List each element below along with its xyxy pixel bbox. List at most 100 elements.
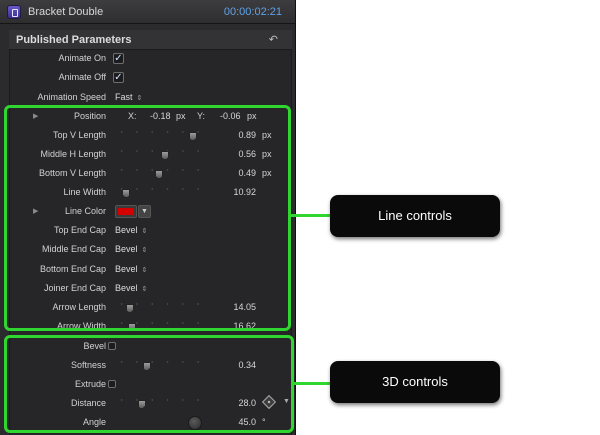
top-end-cap-value: Bevel: [115, 225, 138, 235]
angle-label: Angle: [82, 417, 106, 427]
row-angle: Angle 45.0 °: [0, 414, 295, 433]
line-color-well[interactable]: [115, 205, 137, 218]
slider-thumb[interactable]: [125, 304, 134, 313]
animation-speed-label: Animation Speed: [37, 92, 106, 102]
slider-thumb[interactable]: [137, 400, 146, 409]
arrow-length-slider[interactable]: [114, 303, 206, 313]
disclosure-triangle-icon[interactable]: ▶: [33, 112, 38, 120]
position-y-unit: px: [247, 111, 257, 121]
bottom-end-cap-label: Bottom End Cap: [39, 264, 106, 274]
bottom-v-length-slider[interactable]: [114, 169, 206, 179]
middle-end-cap-value: Bevel: [115, 244, 138, 254]
softness-slider[interactable]: [114, 361, 206, 371]
extrude-checkbox[interactable]: [108, 380, 116, 388]
row-arrow-width: Arrow Width 16.62: [0, 318, 295, 337]
bottom-v-length-value[interactable]: 0.49: [238, 168, 256, 178]
position-y-label: Y:: [197, 111, 206, 121]
animate-on-label: Animate On: [58, 53, 106, 63]
position-x-unit: px: [176, 111, 186, 121]
distance-value[interactable]: 28.0: [238, 398, 256, 408]
middle-end-cap-popup[interactable]: Bevel ⇕: [115, 244, 147, 254]
chevron-down-icon[interactable]: ▼: [138, 205, 151, 218]
top-end-cap-label: Top End Cap: [53, 225, 106, 235]
position-x-label: X:: [128, 111, 137, 121]
distance-slider[interactable]: [114, 399, 206, 409]
bottom-end-cap-value: Bevel: [115, 264, 138, 274]
softness-value[interactable]: 0.34: [238, 360, 256, 370]
slider-thumb[interactable]: [128, 323, 137, 332]
arrow-width-value[interactable]: 16.62: [233, 321, 256, 331]
row-middle-h-length: Middle H Length 0.56 px: [0, 146, 295, 165]
middle-h-length-label: Middle H Length: [40, 149, 106, 159]
disclosure-triangle-icon[interactable]: ▶: [33, 207, 38, 215]
line-controls-connector: [291, 214, 331, 217]
position-label: Position: [73, 111, 106, 121]
distance-label: Distance: [70, 398, 106, 408]
row-softness: Softness 0.34: [0, 357, 295, 376]
line-width-value[interactable]: 10.92: [233, 187, 256, 197]
middle-end-cap-label: Middle End Cap: [41, 244, 106, 254]
slider-thumb[interactable]: [161, 151, 170, 160]
line-width-slider[interactable]: [114, 188, 206, 198]
row-arrow-length: Arrow Length 14.05: [0, 299, 295, 318]
generator-icon: [7, 5, 21, 19]
slider-thumb[interactable]: [122, 189, 131, 198]
color-swatch: [118, 208, 134, 215]
arrow-length-value[interactable]: 14.05: [233, 302, 256, 312]
row-top-end-cap: Top End Cap Bevel ⇕: [0, 222, 295, 241]
top-end-cap-popup[interactable]: Bevel ⇕: [115, 225, 147, 235]
line-width-label: Line Width: [63, 187, 106, 197]
slider-thumb[interactable]: [188, 132, 197, 141]
bevel-checkbox[interactable]: [108, 342, 116, 350]
slider-thumb[interactable]: [155, 170, 164, 179]
position-y-value[interactable]: -0.06: [220, 111, 241, 121]
animate-off-label: Animate Off: [58, 72, 106, 82]
middle-h-length-slider[interactable]: [114, 150, 206, 160]
3d-controls-connector: [294, 382, 330, 385]
timecode: 00:00:02:21: [223, 6, 282, 18]
group-header[interactable]: Published Parameters ↶: [9, 30, 292, 50]
chevron-down-icon[interactable]: ▼: [283, 398, 290, 405]
keyframe-icon[interactable]: [261, 394, 277, 410]
arrow-length-label: Arrow Length: [52, 302, 106, 312]
updown-arrows-icon: ⇕: [141, 286, 148, 293]
row-bottom-end-cap: Bottom End Cap Bevel ⇕: [0, 261, 295, 280]
top-v-length-slider[interactable]: [114, 131, 206, 141]
inspector-panel: Bracket Double 00:00:02:21 Published Par…: [0, 0, 296, 435]
top-v-length-value[interactable]: 0.89: [238, 130, 256, 140]
arrow-width-slider[interactable]: [114, 322, 206, 332]
position-x-value[interactable]: -0.18: [150, 111, 171, 121]
row-position: ▶ Position X: -0.18 px Y: -0.06 px: [0, 108, 295, 127]
row-animate-on: Animate On ✓: [0, 50, 295, 69]
row-distance: Distance 28.0 ▼: [0, 394, 295, 414]
group-title: Published Parameters: [16, 34, 132, 46]
reset-arrow-icon[interactable]: ↶: [269, 33, 278, 46]
updown-arrows-icon: ⇕: [141, 267, 148, 274]
updown-arrows-icon: ⇕: [141, 228, 148, 235]
animate-on-checkbox[interactable]: ✓: [113, 53, 124, 64]
top-v-length-unit: px: [262, 130, 272, 140]
joiner-end-cap-popup[interactable]: Bevel ⇕: [115, 283, 147, 293]
checkmark-icon: ✓: [114, 72, 123, 83]
row-animation-speed: Animation Speed Fast ⇕: [0, 89, 295, 108]
row-line-width: Line Width 10.92: [0, 184, 295, 203]
line-color-label: Line Color: [64, 206, 106, 216]
bottom-end-cap-popup[interactable]: Bevel ⇕: [115, 264, 147, 274]
angle-dial[interactable]: [188, 416, 202, 430]
animation-speed-value: Fast: [115, 92, 133, 102]
inspector-titlebar: Bracket Double 00:00:02:21: [0, 0, 295, 24]
joiner-end-cap-label: Joiner End Cap: [43, 283, 106, 293]
updown-arrows-icon: ⇕: [136, 95, 143, 102]
line-controls-callout: Line controls: [330, 195, 500, 237]
animate-off-checkbox[interactable]: ✓: [113, 72, 124, 83]
joiner-end-cap-value: Bevel: [115, 283, 138, 293]
row-line-color: ▶ Line Color ▼: [0, 203, 295, 222]
animation-speed-popup[interactable]: Fast ⇕: [115, 92, 142, 102]
bottom-v-length-unit: px: [262, 168, 272, 178]
row-bevel: Bevel: [0, 338, 295, 357]
angle-value[interactable]: 45.0: [238, 417, 256, 427]
updown-arrows-icon: ⇕: [141, 247, 148, 254]
slider-thumb[interactable]: [142, 362, 151, 371]
row-middle-end-cap: Middle End Cap Bevel ⇕: [0, 241, 295, 260]
middle-h-length-value[interactable]: 0.56: [238, 149, 256, 159]
